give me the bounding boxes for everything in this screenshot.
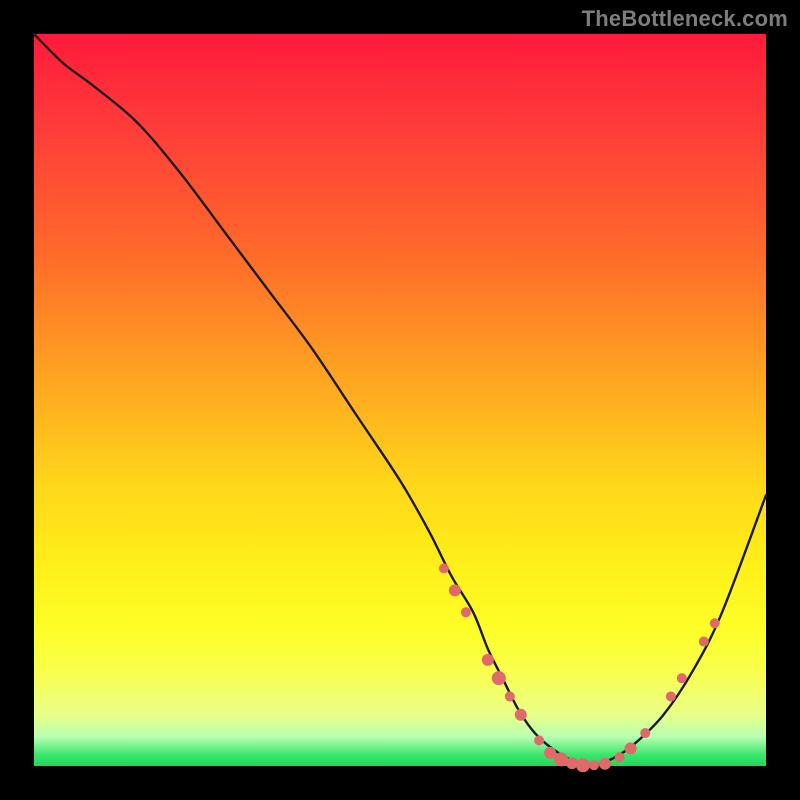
curve-svg (34, 34, 766, 766)
chart-frame: TheBottleneck.com (0, 0, 800, 800)
curve-marker (615, 752, 625, 762)
curve-marker (677, 673, 687, 683)
curve-marker (554, 752, 568, 766)
curve-marker (640, 728, 650, 738)
curve-marker (589, 760, 599, 770)
watermark-label: TheBottleneck.com (582, 6, 788, 32)
curve-marker (492, 671, 506, 685)
plot-area (34, 34, 766, 766)
curve-marker (505, 691, 515, 701)
curve-marker (566, 757, 578, 769)
marker-group (439, 563, 720, 772)
curve-marker (544, 747, 556, 759)
curve-marker (710, 618, 720, 628)
curve-marker (461, 607, 471, 617)
curve-marker (699, 637, 709, 647)
curve-marker (666, 691, 676, 701)
curve-marker (449, 584, 461, 596)
curve-marker (576, 758, 590, 772)
curve-marker (599, 758, 611, 770)
curve-marker (515, 709, 527, 721)
curve-marker (482, 654, 494, 666)
curve-marker (625, 742, 637, 754)
curve-marker (534, 735, 544, 745)
curve-marker (439, 563, 449, 573)
bottleneck-curve (34, 34, 766, 766)
